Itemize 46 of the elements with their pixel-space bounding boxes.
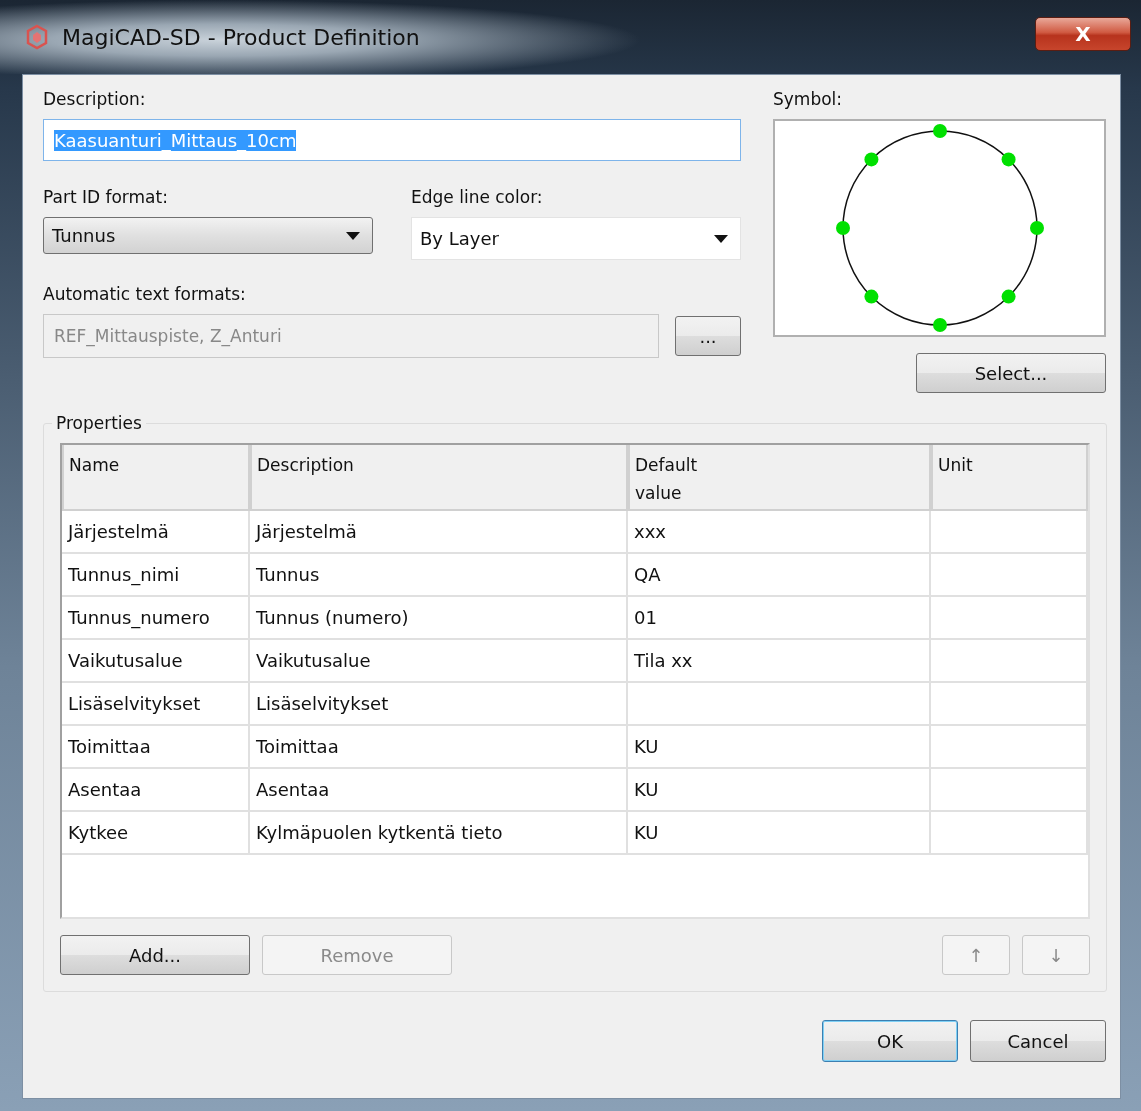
field-label: Automatic text formats: <box>43 284 247 304</box>
table-cell: Tunnus <box>250 554 628 597</box>
table-cell: xxx <box>628 511 931 554</box>
table-cell: Asentaa <box>62 769 250 812</box>
caret-icon <box>714 234 728 243</box>
table-cell: Vaikutusalue <box>250 640 628 683</box>
table-cell: KU <box>628 812 931 855</box>
select-button[interactable]: Select... <box>916 353 1106 393</box>
circle-symbol-icon <box>834 123 1045 333</box>
field-label: Description: <box>43 89 147 109</box>
cancel-button[interactable]: Cancel <box>970 1020 1106 1062</box>
column-header[interactable]: Default value <box>628 445 931 511</box>
table-cell: Asentaa <box>250 769 628 812</box>
field-value: Kaasuanturi_Mittaus_10cm <box>54 129 297 151</box>
table-cell: Järjestelmä <box>250 511 628 554</box>
column-header[interactable]: Description <box>250 445 628 511</box>
caret-icon <box>346 231 360 240</box>
dropdown[interactable]: By Layer <box>411 217 741 260</box>
table-cell: KU <box>628 769 931 812</box>
table-cell: Toimittaa <box>250 726 628 769</box>
table-cell: Vaikutusalue <box>62 640 250 683</box>
close-button[interactable]: X <box>1035 17 1131 51</box>
column-header[interactable]: Name <box>62 445 250 511</box>
group-title: Properties <box>55 413 143 433</box>
table-cell: Kylmäpuolen kytkentä tieto <box>250 812 628 855</box>
table-cell: Tila xx <box>628 640 931 683</box>
dropdown[interactable]: Tunnus <box>43 217 373 254</box>
table-cell: Lisäselvitykset <box>250 683 628 726</box>
table-cell: Kytkee <box>62 812 250 855</box>
app-logo-icon <box>24 24 50 50</box>
column-header[interactable]: Unit <box>931 445 1088 511</box>
table-cell: Toimittaa <box>62 726 250 769</box>
field-label: Part ID format: <box>43 187 169 207</box>
field-label: Edge line color: <box>411 187 544 207</box>
table-cell: 01 <box>628 597 931 640</box>
table-cell: Tunnus (numero) <box>250 597 628 640</box>
table-cell: QA <box>628 554 931 597</box>
field-label: Symbol: <box>773 89 844 109</box>
table-cell: Lisäselvitykset <box>62 683 250 726</box>
window-title: MagiCAD-SD - Product Definition <box>62 24 420 50</box>
add-button[interactable]: Add... <box>60 935 250 975</box>
table-cell: Järjestelmä <box>62 511 250 554</box>
table-cell: KU <box>628 726 931 769</box>
table-cell: Tunnus_numero <box>62 597 250 640</box>
table-cell: Tunnus_nimi <box>62 554 250 597</box>
ok-button[interactable]: OK <box>822 1020 958 1062</box>
